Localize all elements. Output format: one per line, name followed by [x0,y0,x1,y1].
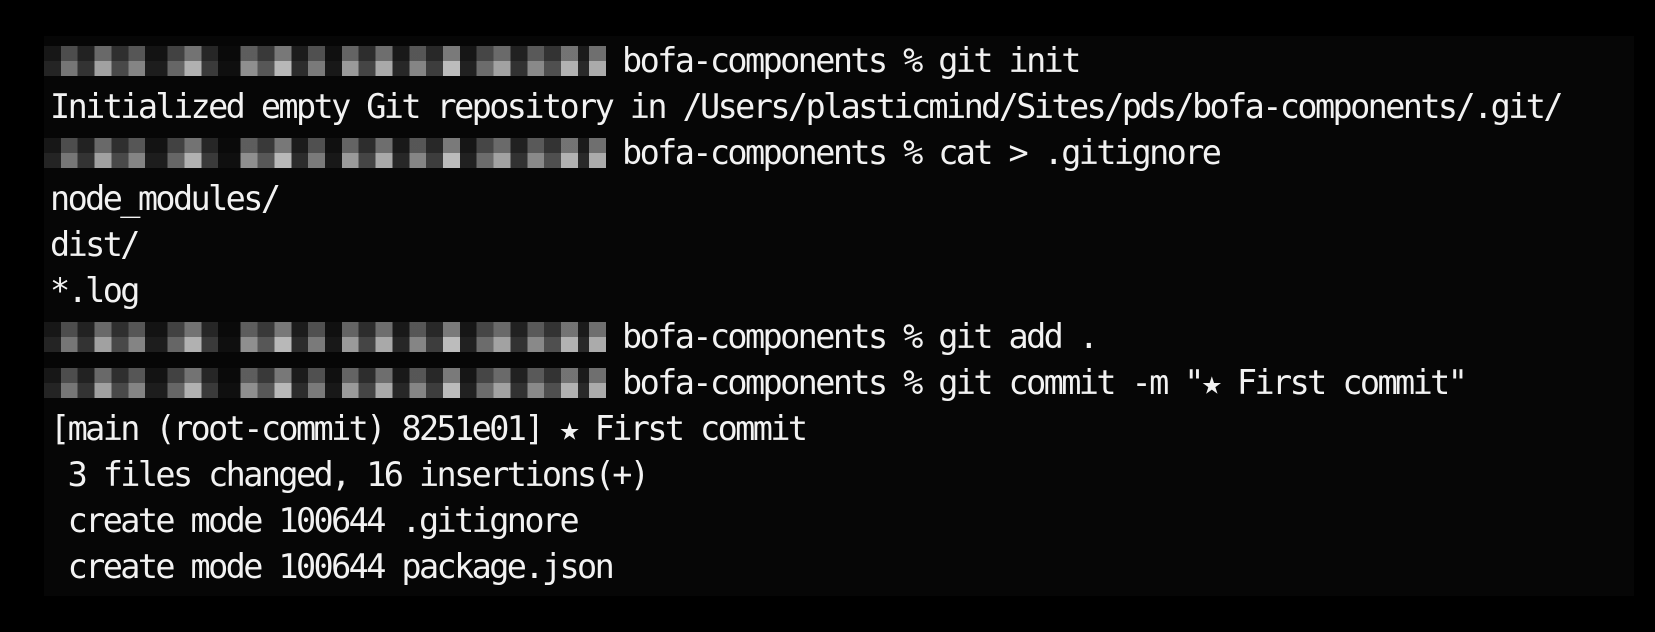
terminal-window[interactable]: bofa-components % git init Initialized e… [44,36,1634,596]
output-line: 3 files changed, 16 insertions(+) [50,452,1561,498]
output-text: [main (root-commit) 8251e01] ★ First com… [50,409,808,448]
command-line: bofa-components % cat > .gitignore [44,130,1561,176]
output-text: 3 files changed, 16 insertions(+) [50,455,650,494]
command-line: bofa-components % git add . [44,314,1561,360]
prompt-directory: bofa-components % [622,363,923,402]
command-text: git commit -m "★ First commit" [920,363,1468,402]
redacted-prompt-user-host [44,322,606,352]
output-text: create mode 100644 .gitignore [50,501,580,540]
prompt-directory: bofa-components % [622,317,923,356]
prompt-directory: bofa-components % [622,41,923,80]
output-text: Initialized empty Git repository in /Use… [50,87,1564,126]
prompt-directory: bofa-components % [622,133,923,172]
terminal-output: bofa-components % git init Initialized e… [44,38,1564,590]
command-text: git init [920,41,1081,80]
output-line: dist/ [50,222,1561,268]
command-line: bofa-components % git commit -m "★ First… [44,360,1561,406]
output-line: create mode 100644 package.json [50,544,1561,590]
output-text: node_modules/ [50,179,281,218]
command-text: cat > .gitignore [920,133,1222,172]
output-line: [main (root-commit) 8251e01] ★ First com… [50,406,1561,452]
output-line: *.log [50,268,1561,314]
command-text: git add . [920,317,1099,356]
output-line: create mode 100644 .gitignore [50,498,1561,544]
redacted-prompt-user-host [44,368,606,398]
output-line: node_modules/ [50,176,1561,222]
command-line: bofa-components % git init [44,38,1561,84]
output-text: *.log [50,271,140,310]
output-line: Initialized empty Git repository in /Use… [50,84,1564,130]
redacted-prompt-user-host [44,46,606,76]
output-text: create mode 100644 package.json [50,547,615,586]
redacted-prompt-user-host [44,138,606,168]
output-text: dist/ [50,225,140,264]
